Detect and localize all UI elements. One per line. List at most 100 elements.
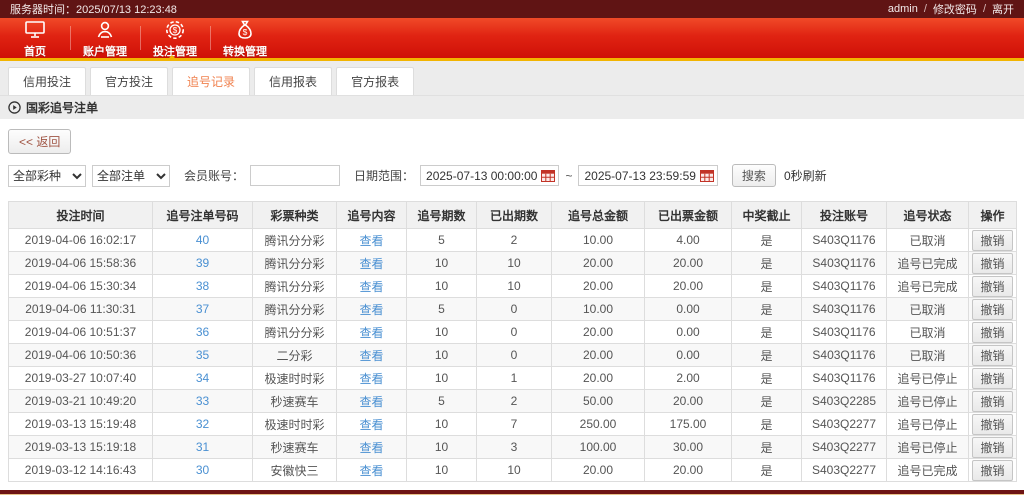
revoke-button[interactable]: 撤销 — [972, 459, 1013, 481]
order-number-link[interactable]: 33 — [196, 394, 209, 408]
date-from-input[interactable]: 2025-07-13 00:00:00 — [420, 165, 560, 186]
search-button[interactable]: 搜索 — [731, 164, 776, 187]
date-to-input[interactable]: 2025-07-13 23:59:59 — [578, 165, 718, 186]
view-link[interactable]: 查看 — [359, 418, 383, 432]
order-number-link[interactable]: 36 — [196, 325, 209, 339]
date-range-separator: ~ — [565, 168, 573, 183]
revoke-button[interactable]: 撤销 — [972, 413, 1013, 435]
view-link[interactable]: 查看 — [359, 349, 383, 363]
revoke-button[interactable]: 撤销 — [972, 367, 1013, 389]
view-link[interactable]: 查看 — [359, 372, 383, 386]
revoke-button[interactable]: 撤销 — [972, 321, 1013, 343]
tab-official-bets[interactable]: 官方投注 — [90, 67, 169, 95]
cell-time: 2019-04-06 10:51:37 — [8, 320, 153, 344]
cell-status: 追号已停止 — [886, 366, 969, 390]
view-link[interactable]: 查看 — [359, 280, 383, 294]
view-link[interactable]: 查看 — [359, 303, 383, 317]
cell-periods: 5 — [406, 297, 477, 321]
col-header-chase-periods: 追号期数 — [406, 201, 477, 229]
order-number-link[interactable]: 37 — [196, 302, 209, 316]
revoke-button[interactable]: 撤销 — [972, 390, 1013, 412]
cell-issued: 3 — [476, 435, 552, 459]
active-nav-indicator — [166, 55, 178, 61]
view-link[interactable]: 查看 — [359, 257, 383, 271]
section-header: 国彩追号注单 — [0, 96, 1024, 119]
cell-total: 10.00 — [551, 297, 645, 321]
col-header-issued-periods: 已出期数 — [476, 201, 552, 229]
order-type-select[interactable]: 全部注单 — [92, 164, 170, 187]
back-button[interactable]: << 返回 — [8, 129, 72, 154]
table-row: 2019-03-27 10:07:40 34 极速时时彩 查看 10 1 20.00 2.00… — [8, 366, 1017, 390]
tab-credit-bets[interactable]: 信用投注 — [8, 67, 87, 95]
table-row: 2019-03-13 15:19:48 32 极速时时彩 查看 10 7 250.00 175… — [8, 412, 1017, 436]
cell-total: 20.00 — [551, 251, 645, 275]
tab-credit-report[interactable]: 信用报表 — [254, 67, 333, 95]
cell-win_stop: 是 — [731, 412, 802, 436]
cell-status: 追号已停止 — [886, 435, 969, 459]
calendar-icon[interactable] — [699, 169, 714, 182]
col-header-lottery-type: 彩票种类 — [252, 201, 337, 229]
nav-item-label: 转换管理 — [223, 45, 267, 58]
cell-chase-content: 查看 — [336, 320, 407, 344]
change-password-link[interactable]: 修改密码 — [933, 1, 977, 17]
tab-official-report[interactable]: 官方报表 — [336, 67, 415, 95]
view-link[interactable]: 查看 — [359, 234, 383, 248]
cell-win_stop: 是 — [731, 389, 802, 413]
view-link[interactable]: 查看 — [359, 464, 383, 478]
cell-periods: 10 — [406, 251, 477, 275]
nav-item-transfer[interactable]: $ 转换管理 — [210, 18, 280, 58]
cell-account: S403Q1176 — [801, 343, 887, 367]
order-number-link[interactable]: 35 — [196, 348, 209, 362]
nav-item-accounts[interactable]: 账户管理 — [70, 18, 140, 58]
cell-ticketed: 0.00 — [644, 320, 732, 344]
cell-periods: 10 — [406, 412, 477, 436]
order-number-link[interactable]: 39 — [196, 256, 209, 270]
nav-item-betting[interactable]: $ 投注管理 — [140, 18, 210, 58]
cell-status: 追号已停止 — [886, 412, 969, 436]
revoke-button[interactable]: 撤销 — [972, 436, 1013, 458]
order-number-link[interactable]: 32 — [196, 417, 209, 431]
revoke-button[interactable]: 撤销 — [972, 344, 1013, 366]
tab-chase-records[interactable]: 追号记录 — [172, 67, 251, 95]
date-to-value: 2025-07-13 23:59:59 — [584, 168, 696, 183]
order-number-link[interactable]: 38 — [196, 279, 209, 293]
cell-win_stop: 是 — [731, 435, 802, 459]
cell-order-no: 30 — [152, 458, 253, 482]
cell-periods: 10 — [406, 366, 477, 390]
cell-issued: 0 — [476, 297, 552, 321]
table-body: 2019-04-06 16:02:17 40 腾讯分分彩 查看 5 2 10.00 4.00 是… — [8, 228, 1017, 482]
revoke-button[interactable]: 撤销 — [972, 229, 1013, 251]
lottery-type-select[interactable]: 全部彩种 — [8, 164, 86, 187]
cell-chase-content: 查看 — [336, 228, 407, 252]
member-account-input[interactable] — [250, 165, 341, 186]
calendar-icon[interactable] — [541, 169, 556, 182]
revoke-button[interactable]: 撤销 — [972, 252, 1013, 274]
col-header-total-amount: 追号总金额 — [551, 201, 645, 229]
view-link[interactable]: 查看 — [359, 441, 383, 455]
order-number-link[interactable]: 40 — [196, 233, 209, 247]
logout-link[interactable]: 离开 — [992, 1, 1014, 17]
view-link[interactable]: 查看 — [359, 326, 383, 340]
view-link[interactable]: 查看 — [359, 395, 383, 409]
cell-ticketed: 4.00 — [644, 228, 732, 252]
cell-periods: 10 — [406, 343, 477, 367]
cell-win_stop: 是 — [731, 274, 802, 298]
order-number-link[interactable]: 31 — [196, 440, 209, 454]
nav-item-home[interactable]: 首页 — [0, 18, 70, 58]
svg-text:$: $ — [173, 26, 178, 35]
cell-ticketed: 20.00 — [644, 251, 732, 275]
order-number-link[interactable]: 30 — [196, 463, 209, 477]
cell-order-no: 31 — [152, 435, 253, 459]
cell-lottery: 极速时时彩 — [252, 412, 337, 436]
cell-account: S403Q1176 — [801, 297, 887, 321]
casino-chip-icon: $ — [162, 18, 188, 42]
cell-account: S403Q1176 — [801, 320, 887, 344]
username-link[interactable]: admin — [888, 3, 918, 15]
revoke-button[interactable]: 撤销 — [972, 298, 1013, 320]
cell-chase-content: 查看 — [336, 297, 407, 321]
col-header-bet-time: 投注时间 — [8, 201, 153, 229]
cell-ticketed: 0.00 — [644, 343, 732, 367]
order-number-link[interactable]: 34 — [196, 371, 209, 385]
revoke-button[interactable]: 撤销 — [972, 275, 1013, 297]
member-account-label: 会员账号： — [184, 169, 245, 183]
